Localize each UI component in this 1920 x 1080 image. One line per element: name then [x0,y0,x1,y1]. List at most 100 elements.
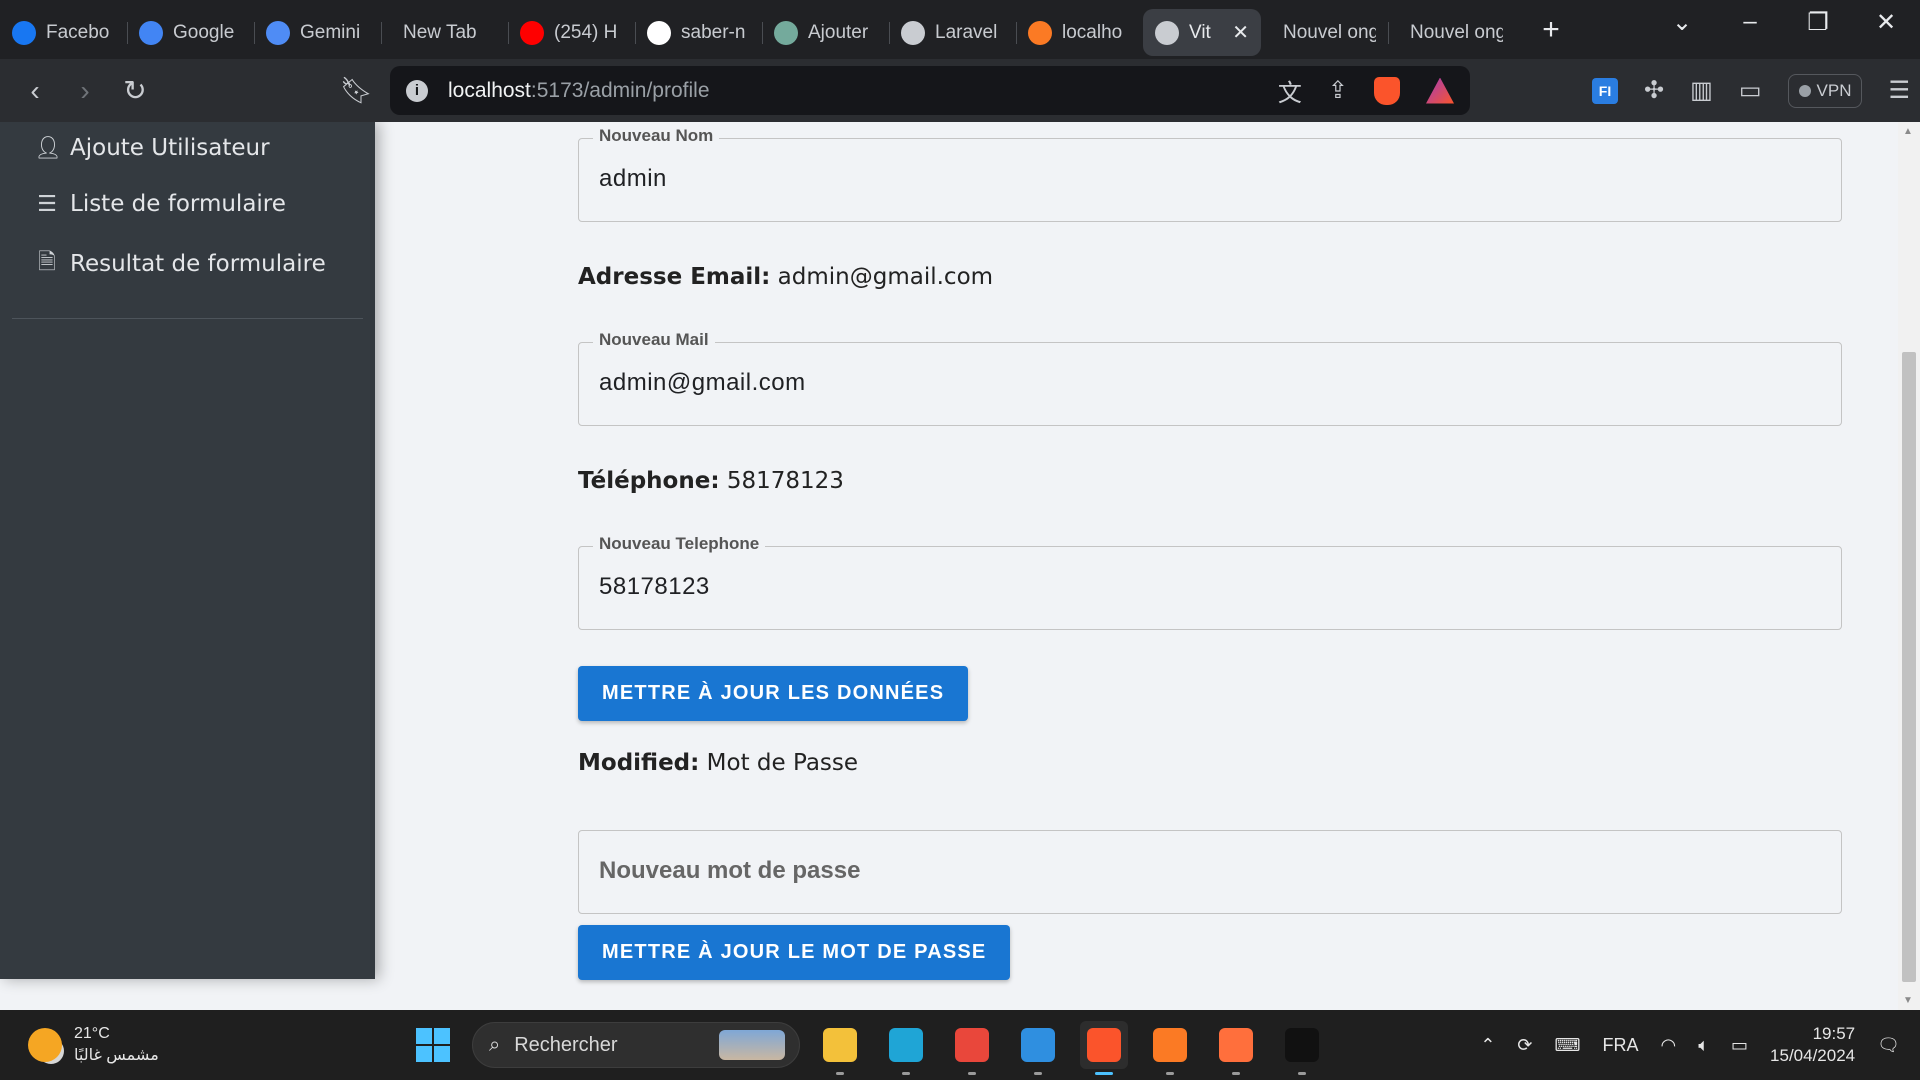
sidebar-item-liste-formulaire[interactable]: ☰ Liste de formulaire [0,174,375,234]
bookmark-icon[interactable]: 🔖︎ [340,75,373,106]
weather-sun-icon [28,1028,62,1062]
password-field-placeholder: Nouveau mot de passe [599,857,861,884]
browser-tab[interactable]: Google [127,9,254,56]
brave-shields-icon[interactable] [1374,76,1400,105]
restore-icon[interactable]: ❐ [1784,8,1852,37]
language-indicator[interactable]: FRA [1603,1035,1639,1056]
close-window-icon[interactable]: ✕ [1852,8,1920,37]
tab-search-chevron-icon[interactable]: ⌄ [1648,8,1716,37]
name-field-label: Nouveau Nom [593,126,720,146]
sidebar-item-label: Liste de formulaire [70,191,286,217]
app-glyph [1153,1028,1187,1062]
battery-icon[interactable]: ▭ [1731,1035,1748,1056]
taskbar-search[interactable]: ⌕ Rechercher [472,1022,800,1068]
system-tray: ⌃ ⟳ ⌨ FRA ◠ 🔈︎ ▭ 19:57 15/04/2024 🗨︎ [1480,1023,1900,1067]
vscode-icon[interactable] [1014,1021,1062,1075]
back-icon[interactable]: ‹ [10,75,60,107]
close-tab-icon[interactable]: ✕ [1232,20,1249,45]
facebook-icon [12,20,36,45]
xampp-icon[interactable] [1146,1021,1194,1075]
url-host: localhost [448,78,531,102]
browser-tab[interactable]: Laravel [889,9,1016,56]
sidebar-item-ajoute-utilisateur[interactable]: 👤︎ Ajoute Utilisateur [0,122,375,174]
github-icon [647,20,671,45]
scrollbar-thumb[interactable] [1902,352,1916,982]
chrome-icon[interactable] [948,1021,996,1075]
notification-icon[interactable]: 🗨︎ [1877,1035,1900,1056]
name-field[interactable]: Nouveau Nom admin [578,126,1842,222]
brave-icon[interactable] [1080,1021,1128,1075]
new-tab-button[interactable]: + [1531,13,1571,47]
browser-tab[interactable]: Gemini [254,9,381,56]
vpn-button[interactable]: VPN [1787,73,1863,108]
volume-icon[interactable]: 🔈︎ [1698,1035,1709,1056]
sidebar-item-resultat-formulaire[interactable]: 🗎︎ Resultat de formulaire [0,234,375,294]
extension-fi-icon[interactable]: FI [1592,77,1619,104]
browser-tab[interactable]: localho [1016,9,1143,56]
modified-info: Modified: Mot de Passe [578,750,858,776]
windows-taskbar: 21°C مشمس غالبًا ⌕ Rechercher ⌃ ⟳ ⌨ FRA … [0,1010,1920,1080]
sublime-icon[interactable] [1212,1021,1260,1075]
clock[interactable]: 19:57 15/04/2024 [1770,1023,1855,1067]
browser-tab[interactable]: (254) H [508,9,635,56]
phone-info-label: Téléphone: [578,468,720,494]
page-scrollbar[interactable]: ▲ ▼ [1898,122,1920,1010]
forward-icon[interactable]: › [60,75,110,107]
minimize-icon[interactable]: – [1716,8,1784,36]
site-info-icon[interactable]: i [406,79,428,102]
browser-tab[interactable]: Nouvel ong [1388,9,1515,56]
browser-tab[interactable]: Ajouter [762,9,889,56]
reload-icon[interactable]: ↻ [110,74,160,107]
page-viewport: 👤︎ Ajoute Utilisateur ☰ Liste de formula… [0,122,1920,1010]
update-password-button[interactable]: METTRE À JOUR LE MOT DE PASSE [578,925,1011,980]
sidebar-item-label: Resultat de formulaire [70,251,326,277]
windows-start-icon[interactable] [416,1028,450,1062]
keyboard-icon[interactable]: ⌨ [1555,1035,1581,1056]
app-glyph [1285,1028,1319,1062]
update-data-button[interactable]: METTRE À JOUR LES DONNÉES [578,666,969,721]
file-explorer-icon[interactable] [816,1021,864,1075]
wallet-icon[interactable]: ▭ [1739,76,1762,105]
browser-tab[interactable]: Vit ✕ [1143,9,1261,56]
mail-field[interactable]: Nouveau Mail admin@gmail.com [578,330,1842,426]
menu-hamburger-icon[interactable]: ☰ [1888,76,1910,105]
address-bar[interactable]: i localhost:5173/admin/profile 文 ⇪ 1 [390,66,1470,115]
terminal-icon[interactable] [1278,1021,1326,1075]
extensions-puzzle-icon[interactable]: ✣ [1644,76,1664,105]
scroll-down-icon[interactable]: ▼ [1903,995,1913,1006]
tab-title: Gemini [300,21,361,43]
share-icon[interactable]: ⇪ [1328,76,1348,105]
running-indicator [1298,1072,1306,1075]
password-field[interactable]: Nouveau mot de passe [578,830,1842,914]
weather-widget[interactable]: 21°C مشمس غالبًا [28,1023,159,1067]
phone-field[interactable]: Nouveau Telephone 58178123 [578,534,1842,630]
edge-icon[interactable] [882,1021,930,1075]
running-indicator [1095,1072,1113,1075]
list-icon: ☰ [37,191,57,217]
chatgpt-icon [774,20,798,45]
search-highlight-image [719,1030,785,1060]
chevron-up-icon[interactable]: ⌃ [1480,1035,1495,1056]
app-glyph [823,1028,857,1062]
running-indicator [968,1072,976,1075]
phone-field-label: Nouveau Telephone [593,534,766,554]
browser-tab[interactable]: New Tab [381,9,508,56]
scroll-up-icon[interactable]: ▲ [1903,126,1913,137]
browser-toolbar: ‹ › ↻ 🔖︎ i localhost:5173/admin/profile … [0,59,1920,122]
sync-icon[interactable]: ⟳ [1517,1035,1532,1056]
search-icon: ⌕ [489,1033,501,1056]
window-controls: ⌄ – ❐ ✕ [1648,0,1920,44]
globe-icon [1155,20,1179,45]
tab-title: localho [1062,21,1123,43]
wifi-icon[interactable]: ◠ [1661,1035,1677,1056]
sidebar-toggle-icon[interactable]: ▥ [1690,76,1713,105]
admin-sidebar: 👤︎ Ajoute Utilisateur ☰ Liste de formula… [0,122,375,979]
browser-tab[interactable]: saber-n [635,9,762,56]
weather-temp: 21°C [74,1025,110,1042]
brave-rewards-icon[interactable]: 1 [1426,77,1454,104]
browser-tab[interactable]: Nouvel ong [1261,9,1388,56]
mail-field-label: Nouveau Mail [593,330,715,350]
browser-tab[interactable]: Facebo [0,9,127,56]
translate-icon[interactable]: 文 [1278,73,1302,108]
youtube-icon [520,20,544,45]
